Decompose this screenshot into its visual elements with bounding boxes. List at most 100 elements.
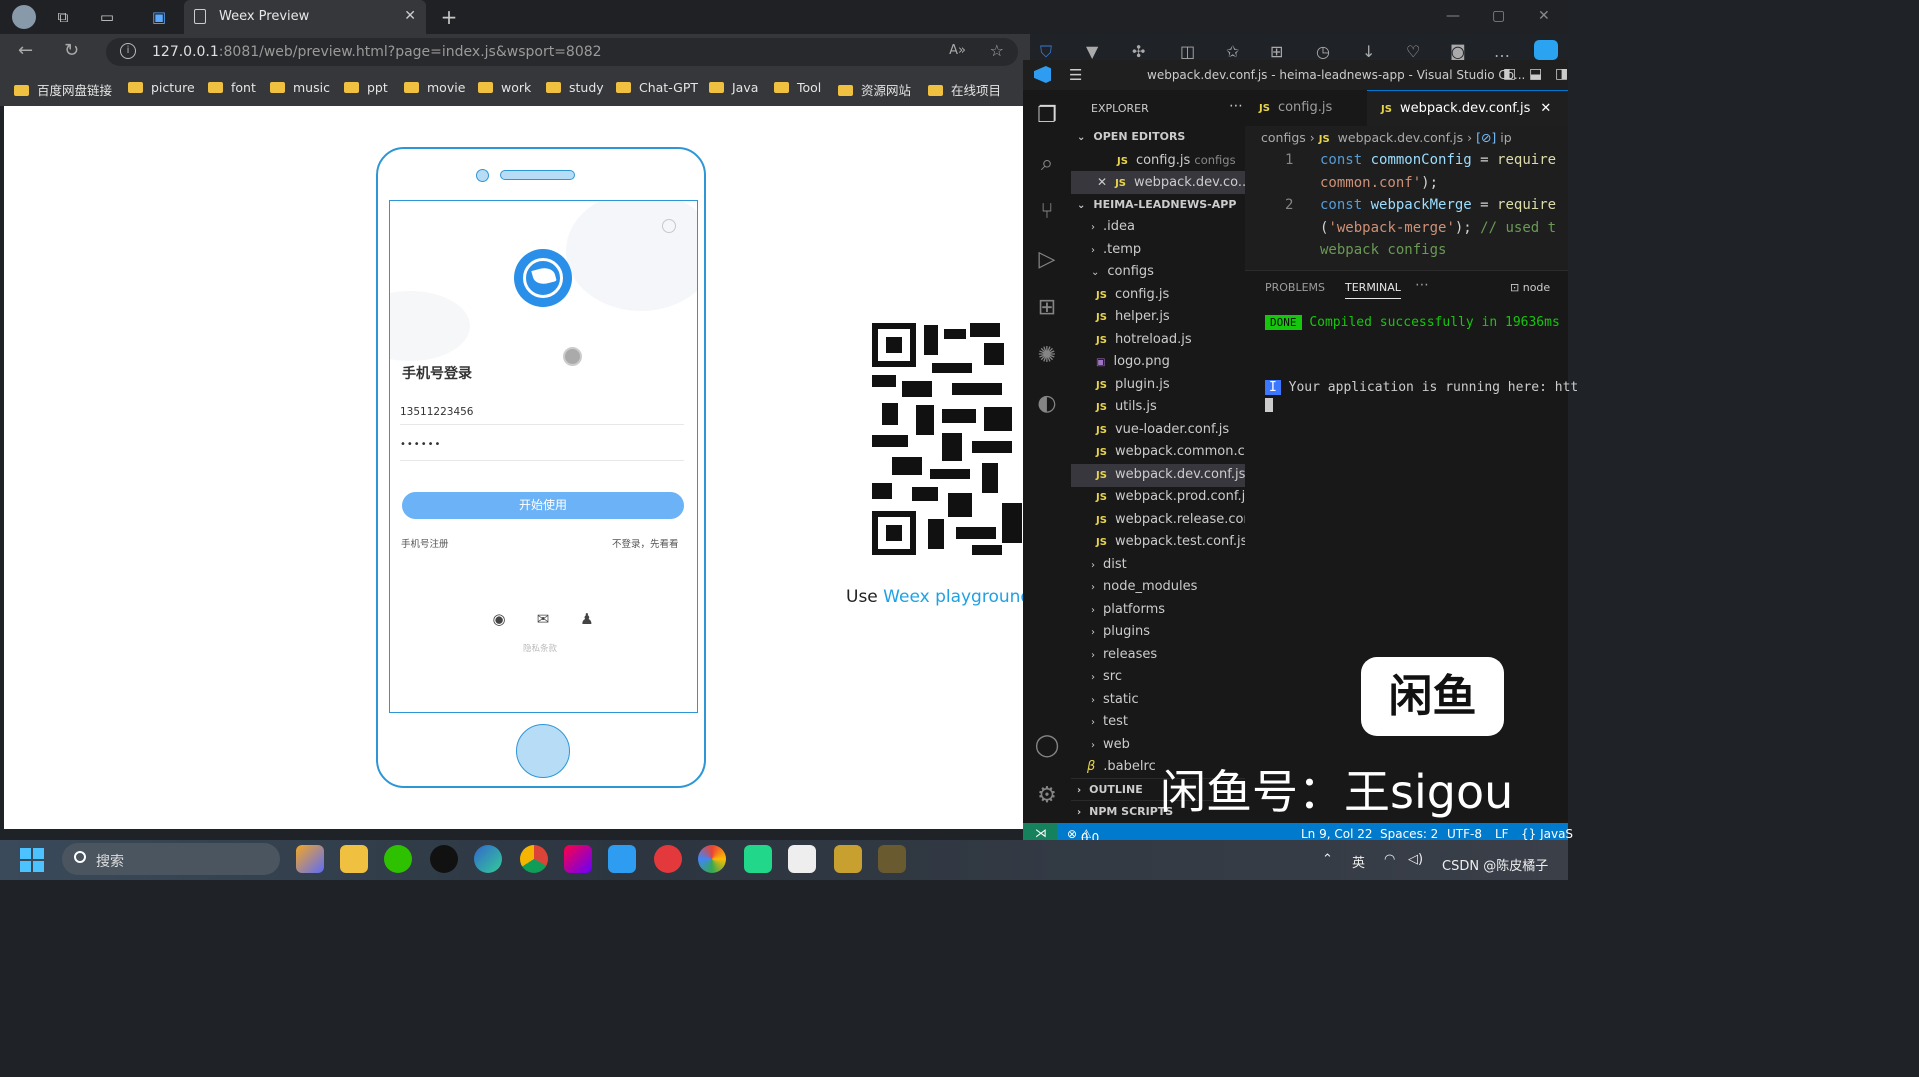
tree-file[interactable]: JS helper.js [1071, 306, 1245, 329]
panel-more-icon[interactable]: ⋯ [1415, 277, 1429, 293]
tab-problems[interactable]: PROBLEMS [1265, 281, 1325, 294]
bookmark-item[interactable]: 百度网盘链接 [14, 80, 112, 99]
pycharm-icon[interactable] [744, 845, 772, 873]
back-icon[interactable]: ← [18, 40, 33, 61]
tree-file[interactable]: JS vue-loader.conf.js [1071, 419, 1245, 442]
address-bar[interactable]: i 127.0.0.1:8081/web/preview.html?page=i… [106, 38, 1018, 66]
weibo-icon[interactable]: ◉ [488, 610, 510, 630]
tab-webpack-dev-conf[interactable]: JS webpack.dev.conf.js ✕ [1367, 90, 1568, 126]
more-options-icon[interactable]: … [1494, 42, 1510, 61]
calendar-icon[interactable]: ▣ [148, 6, 170, 28]
file-explorer-icon[interactable] [340, 845, 368, 873]
project-section[interactable]: ⌄ HEIMA-LEADNEWS-APP [1071, 194, 1245, 216]
site-info-icon[interactable]: i [120, 43, 136, 59]
new-tab-icon[interactable]: + [438, 6, 460, 28]
tree-file[interactable]: JS webpack.test.conf.js [1071, 531, 1245, 554]
tree-file[interactable]: JS utils.js [1071, 396, 1245, 419]
bookmark-item[interactable]: study [546, 80, 604, 95]
qq-icon[interactable]: ♟ [576, 610, 598, 630]
qq-app-icon[interactable] [430, 845, 458, 873]
tree-folder[interactable]: › .idea [1071, 216, 1245, 239]
bookmark-item[interactable]: movie [404, 80, 465, 95]
minimize-icon[interactable]: — [1446, 8, 1460, 24]
bookmark-item[interactable]: Java [709, 80, 758, 95]
code-line[interactable]: const commonConfig = require [1320, 152, 1556, 168]
search-icon[interactable]: ⌕ [1033, 150, 1061, 178]
wechat-icon[interactable]: ✉ [532, 610, 554, 630]
wechat-app-icon[interactable] [384, 845, 412, 873]
bookmark-item[interactable]: ppt [344, 80, 388, 95]
start-icon[interactable] [20, 848, 44, 872]
code-line-1[interactable]: 1 [1285, 152, 1293, 168]
tree-file[interactable]: ▣ logo.png [1071, 351, 1245, 374]
password-field[interactable]: •••••• [400, 439, 441, 450]
privacy-link[interactable]: 隐私条款 [523, 642, 557, 654]
chatgpt-icon[interactable]: ✺ [1033, 342, 1061, 370]
split-screen-icon[interactable]: ◫ [1180, 42, 1195, 61]
league-icon[interactable] [834, 845, 862, 873]
problems-count[interactable]: ⊗ 0 ⚠ 0 [1067, 827, 1099, 845]
phone-number-field[interactable]: 13511223456 [400, 406, 474, 418]
close-window-icon[interactable]: ✕ [1538, 8, 1550, 24]
bookmark-item[interactable]: work [478, 80, 531, 95]
shield-icon[interactable]: ⛉ [1040, 42, 1052, 62]
settings-gear-icon[interactable]: ⚙ [1033, 782, 1061, 810]
explorer-icon[interactable]: ❐ [1033, 102, 1061, 130]
tree-folder[interactable]: › web [1071, 734, 1245, 757]
tree-folder[interactable]: › plugins [1071, 621, 1245, 644]
tree-folder[interactable]: › dist [1071, 554, 1245, 577]
tree-folder[interactable]: › releases [1071, 644, 1245, 667]
line-ending[interactable]: LF [1495, 827, 1509, 841]
tree-file[interactable]: JS config.js [1071, 284, 1245, 307]
close-tab-icon[interactable]: ✕ [1540, 101, 1551, 116]
maximize-icon[interactable]: ▢ [1492, 8, 1505, 24]
typora-icon[interactable] [788, 845, 816, 873]
tree-folder[interactable]: ⌄ configs [1071, 261, 1245, 284]
close-editor-icon[interactable]: ✕ [1097, 175, 1107, 189]
bookmark-item[interactable]: font [208, 80, 256, 95]
guest-link[interactable]: 不登录，先看看 [612, 536, 679, 550]
netease-music-icon[interactable] [654, 845, 682, 873]
code-line[interactable]: common.conf'); [1320, 175, 1438, 191]
register-link[interactable]: 手机号注册 [401, 536, 449, 550]
taskbar-search[interactable]: 搜索 [62, 843, 280, 875]
tab-actions-icon[interactable]: ▭ [96, 6, 118, 28]
toggle-panel-icon[interactable]: ⬓ [1529, 66, 1542, 82]
menu-icon[interactable]: ☰ [1069, 66, 1082, 84]
extensions-icon[interactable]: ⊞ [1033, 294, 1061, 322]
vscode-app-icon[interactable] [608, 845, 636, 873]
tray-chevron-icon[interactable]: ⌃ [1322, 852, 1333, 867]
playground-link[interactable]: Weex playground [883, 587, 1031, 607]
favorites-icon[interactable]: ✩ [1226, 42, 1239, 61]
tree-folder[interactable]: › node_modules [1071, 576, 1245, 599]
code-line[interactable]: webpack configs [1320, 242, 1446, 258]
tree-folder[interactable]: › platforms [1071, 599, 1245, 622]
collections-icon[interactable]: ⊞ [1270, 42, 1283, 61]
tree-file[interactable]: JS webpack.common.c... [1071, 441, 1245, 464]
chromium-icon[interactable] [698, 845, 726, 873]
copilot-app-icon[interactable] [296, 845, 324, 873]
accounts-icon[interactable]: ◯ [1033, 732, 1061, 760]
tree-file-selected[interactable]: JS webpack.dev.conf.js [1071, 464, 1245, 487]
history-icon[interactable]: ◷ [1316, 42, 1330, 61]
tab-config-js[interactable]: JS config.js [1245, 90, 1363, 126]
bookmark-item[interactable]: Chat-GPT [616, 80, 698, 95]
toggle-secondary-sidebar-icon[interactable]: ◨ [1555, 66, 1568, 82]
profile-avatar[interactable] [12, 5, 36, 29]
game-icon[interactable] [878, 845, 906, 873]
tree-file[interactable]: JS plugin.js [1071, 374, 1245, 397]
start-button[interactable]: 开始使用 [402, 492, 684, 519]
edge-icon[interactable] [474, 845, 502, 873]
volume-icon[interactable]: ◁) [1408, 852, 1423, 867]
workspaces-icon[interactable]: ⧉ [52, 6, 74, 28]
tree-folder[interactable]: › static [1071, 689, 1245, 712]
bookmark-item[interactable]: 资源网站 [838, 80, 911, 99]
terminal-shell[interactable]: ⊡ node [1510, 281, 1550, 294]
extension-v-icon[interactable]: ▼ [1086, 42, 1098, 61]
capture-icon[interactable]: ◙ [1450, 42, 1466, 61]
encoding[interactable]: UTF-8 [1447, 827, 1482, 841]
code-chat-icon[interactable]: ◐ [1033, 390, 1061, 418]
code-line[interactable]: const webpackMerge = require [1320, 197, 1556, 213]
tab-terminal[interactable]: TERMINAL [1345, 281, 1401, 299]
tree-folder[interactable]: › src [1071, 666, 1245, 689]
